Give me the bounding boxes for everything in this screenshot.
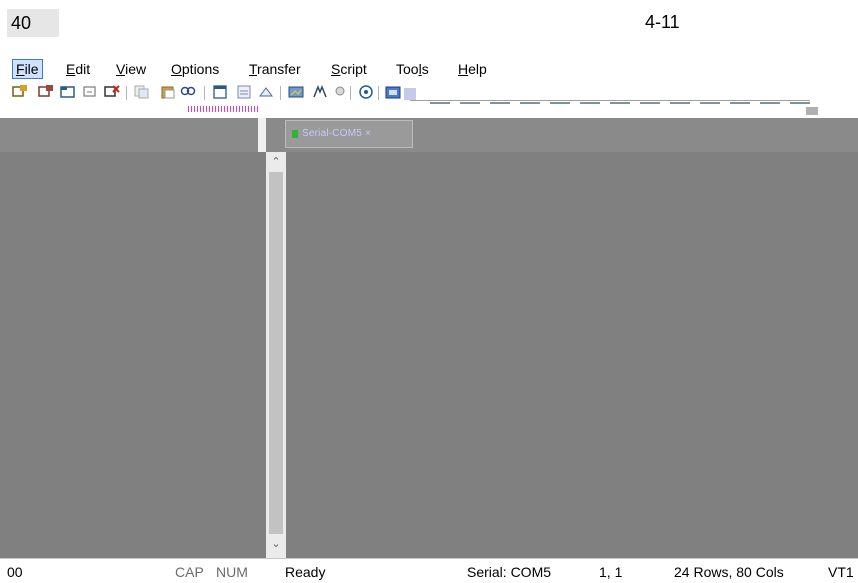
quick-connect-icon[interactable] [38, 85, 54, 99]
menu-bar: File Edit View Options Transfer Script T… [0, 58, 858, 80]
status-terminal-type: VT1 [828, 564, 854, 580]
pane-splitter[interactable] [258, 118, 266, 152]
menu-help[interactable]: Help [455, 60, 490, 78]
sftp-icon[interactable] [332, 85, 348, 99]
page-number: 40 [7, 9, 59, 37]
menu-tools[interactable]: Tools [393, 60, 432, 78]
connect-icon[interactable] [12, 85, 28, 99]
scrollbar-thumb[interactable] [269, 172, 283, 534]
global-options-icon[interactable] [288, 85, 304, 99]
menu-view[interactable]: View [113, 60, 149, 78]
menu-edit[interactable]: Edit [63, 60, 93, 78]
status-bar: 00 CAP NUM Ready Serial: COM5 1, 1 24 Ro… [0, 558, 858, 583]
tab-serial-com5[interactable]: Serial-COM5 × [285, 120, 413, 148]
terminal-window[interactable] [286, 152, 858, 558]
help-icon[interactable] [358, 85, 374, 99]
status-cap: CAP [175, 564, 204, 580]
scroll-up-icon[interactable]: ⌃ [266, 155, 286, 171]
find-icon[interactable] [180, 85, 196, 99]
paste-icon[interactable] [160, 85, 176, 99]
status-connection: Serial: COM5 [467, 564, 552, 580]
session-options-icon[interactable] [258, 85, 274, 99]
session-manager-header [0, 118, 259, 152]
connected-status-icon [292, 130, 298, 138]
status-size: 24 Rows, 80 Cols [674, 564, 784, 580]
disconnect-icon[interactable] [104, 85, 120, 99]
menu-transfer[interactable]: Transfer [246, 60, 304, 78]
status-ready: Ready [285, 564, 326, 580]
print-setup-icon[interactable] [236, 85, 252, 99]
tab-label: Serial-COM5 × [302, 128, 372, 139]
copy-icon[interactable] [134, 85, 150, 99]
scroll-down-icon[interactable]: ⌄ [266, 537, 286, 553]
keymap-icon[interactable] [312, 85, 328, 99]
status-left-code: 00 [7, 564, 23, 580]
menu-script[interactable]: Script [328, 60, 370, 78]
menu-file[interactable]: File [12, 59, 43, 79]
status-num: NUM [216, 564, 248, 580]
print-icon[interactable] [212, 85, 228, 99]
session-manager-pane[interactable] [0, 152, 266, 558]
menu-options[interactable]: Options [168, 60, 222, 78]
status-cursor: 1, 1 [599, 564, 623, 580]
toolbar [0, 82, 858, 118]
connect-tab-icon[interactable] [60, 85, 76, 99]
reconnect-icon[interactable] [82, 85, 98, 99]
section-number: 4-11 [645, 12, 680, 32]
about-icon[interactable] [385, 85, 401, 99]
